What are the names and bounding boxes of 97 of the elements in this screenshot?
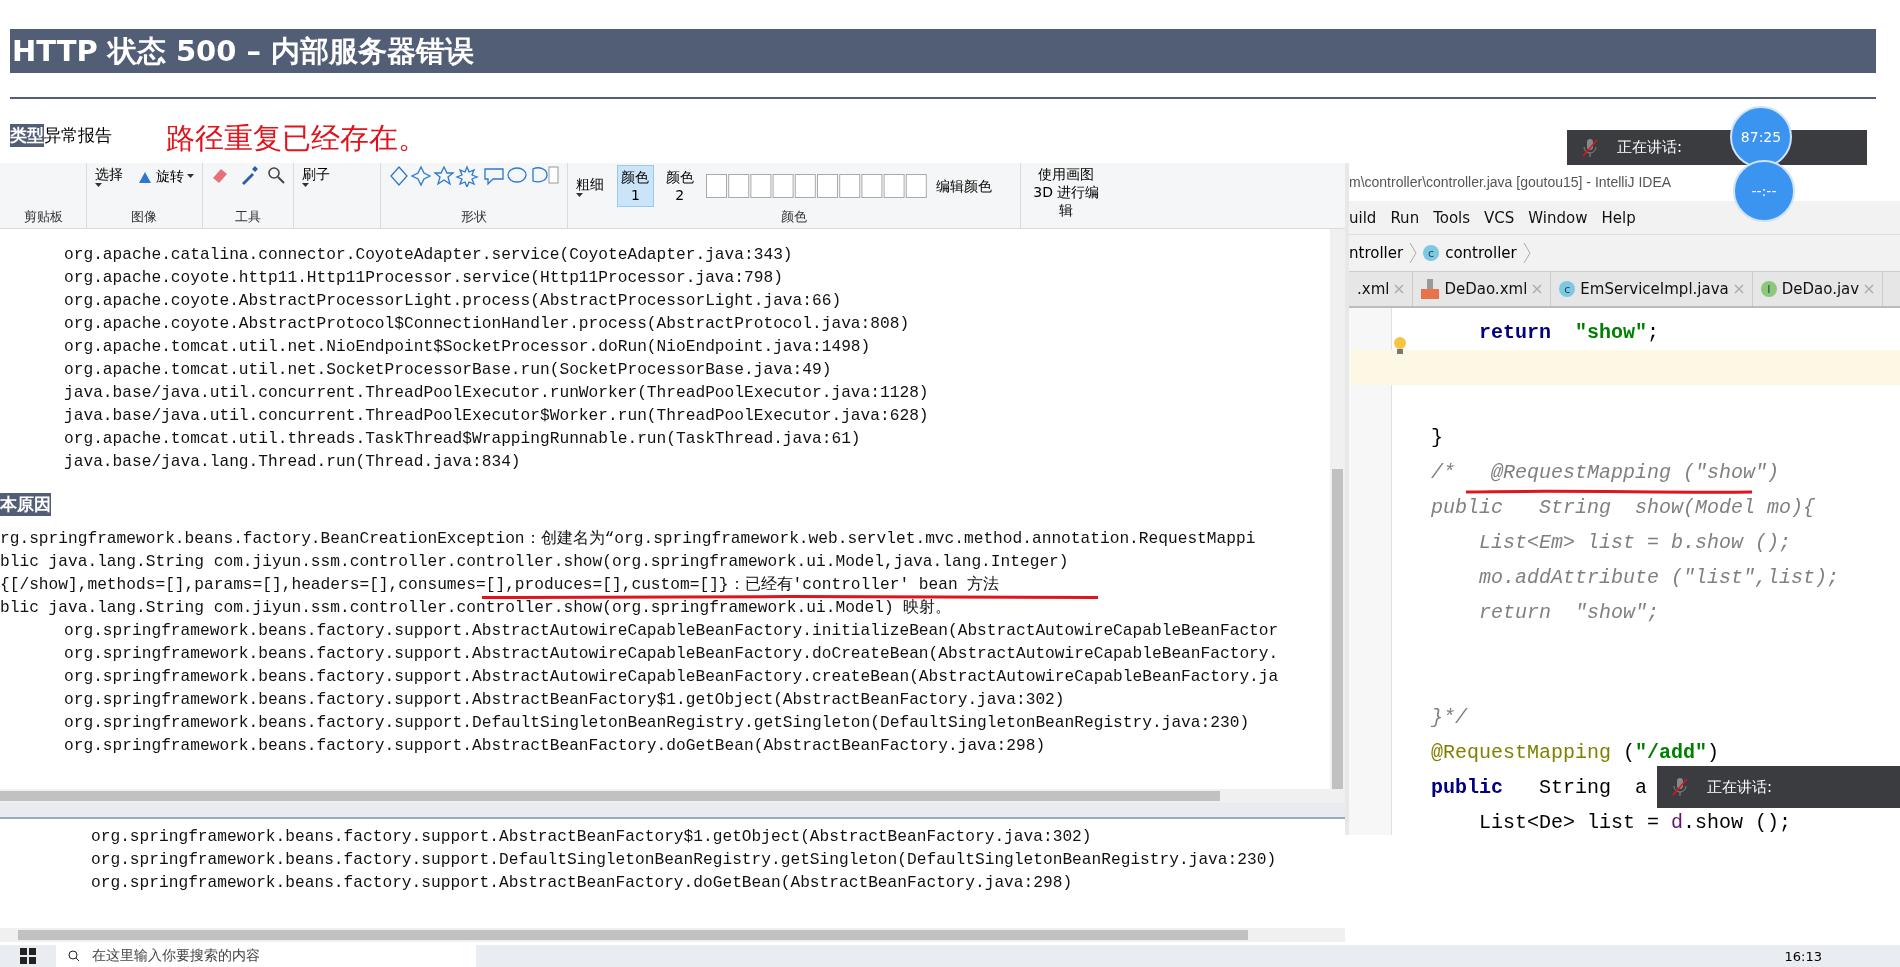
magnifier-icon[interactable] [266, 166, 285, 184]
tab-label: DeDao.jav [1781, 280, 1860, 298]
code-line: @RequestMapping ("/add") [1431, 741, 1720, 764]
caret-icon [186, 174, 194, 179]
menu-item[interactable]: Run [1390, 208, 1420, 227]
stack-trace-line: org.apache.tomcat.util.threads.TaskThread$WrappingRunnable.run(TaskThread.java:61) [63, 430, 861, 449]
search-icon [68, 950, 80, 962]
stack-trace-line: org.springframework.beans.factory.support.AbstractBeanFactory.doGetBean(AbstractBeanFactory.java:298) [63, 737, 1046, 756]
caret-icon [95, 183, 102, 188]
breadcrumb-item[interactable]: c controller [1423, 244, 1517, 262]
caret-icon [301, 183, 309, 188]
exception-line: blic java.lang.String com.jiyun.ssm.controller.controller.show(org.springframework.ui.Model,java.lang.Integer) [0, 553, 1069, 572]
menu-item[interactable]: Tools [1433, 208, 1471, 227]
editor-tab[interactable]: .xml [1349, 272, 1414, 306]
horizontal-scrollbar[interactable] [0, 789, 1345, 803]
stack-trace-line: org.apache.tomcat.util.net.NioEndpoint$SocketProcessor.doRun(NioEndpoint.java:1498) [63, 338, 871, 357]
tab-label: EmServiceImpl.java [1580, 280, 1729, 298]
class-icon: c [1423, 245, 1440, 261]
ribbon-button[interactable]: 选择 [95, 165, 129, 188]
ribbon-button[interactable]: 粗细 [575, 174, 610, 198]
code-line: public String show(Model mo){ [1431, 496, 1816, 519]
annotation-text: 路径重复已经存在。 [166, 120, 427, 157]
stack-trace-line: org.apache.coyote.http11.Http11Processor.service(Http11Processor.java:798) [63, 269, 783, 288]
tab-label: .xml [1357, 280, 1390, 298]
stack-trace-line: org.apache.tomcat.util.net.SocketProcessorBase.run(SocketProcessorBase.java:49) [63, 361, 832, 380]
exception-line: {[/show],methods=[],params=[],headers=[],consumes=[],produces=[],custom=[]}：已经有'controller' bean 方法 [0, 576, 1000, 595]
editor-tab[interactable]: c EmServiceImpl.java [1551, 272, 1753, 306]
stack-trace-line: java.base/java.lang.Thread.run(Thread.java:834) [63, 453, 521, 472]
shapes-gallery-icon[interactable] [388, 165, 559, 187]
stack-trace-line: org.springframework.beans.factory.support.AbstractBeanFactory.doGetBean(AbstractBeanFactory.java:298) [91, 873, 1074, 894]
group-label: 工具 [233, 208, 262, 226]
code-line: List<De> list = d.show (); [1478, 811, 1792, 834]
stack-trace-line: org.apache.coyote.AbstractProcessorLight.process(AbstractProcessorLight.java:66) [63, 292, 842, 311]
lightbulb-icon[interactable] [1393, 336, 1407, 356]
menu-item[interactable]: Window [1528, 208, 1588, 227]
color-slot[interactable]: 颜色 1 [617, 165, 654, 207]
stack-trace-line: java.base/java.util.concurrent.ThreadPoolExecutor.runWorker(ThreadPoolExecutor.java:1128) [63, 384, 929, 403]
stack-trace-line: org.apache.catalina.connector.CoyoteAdapter.service(CoyoteAdapter.java:343) [63, 246, 793, 265]
stack-trace-line: org.springframework.beans.factory.support.AbstractAutowireCapableBeanFactory.createBean(AbstractAutowireCapableBeanFactory.ja [63, 668, 1279, 687]
horizontal-scrollbar[interactable] [0, 928, 1345, 942]
muted-mic-icon[interactable] [1581, 137, 1599, 158]
caret-icon [575, 192, 583, 198]
stack-trace-line: org.springframework.beans.factory.support.AbstractAutowireCapableBeanFactory.doCreateBean(AbstractAutowireCapableBeanFactory. [63, 645, 1279, 664]
stack-trace-line: org.springframework.beans.factory.support.AbstractAutowireCapableBeanFactory.initializeBean(AbstractAutowireCapableBeanFactor [63, 622, 1279, 641]
windows-logo-icon[interactable] [20, 948, 36, 964]
menu-item[interactable]: uild [1349, 208, 1377, 227]
type-value: 异常报告 [44, 124, 112, 147]
color-slot[interactable]: 颜色 2 [661, 165, 698, 207]
code-line: List<Em> list = b.show (); [1478, 531, 1792, 554]
close-icon[interactable] [1532, 284, 1543, 294]
rotate-button[interactable]: 旋转 [136, 167, 194, 186]
group-label: 形状 [459, 208, 488, 226]
close-icon[interactable] [1733, 284, 1744, 294]
stack-trace-line: java.base/java.util.concurrent.ThreadPoolExecutor$Worker.run(ThreadPoolExecutor.java:628) [63, 407, 929, 426]
tab-label: DeDao.xml [1444, 280, 1528, 298]
taskbar-search-field[interactable]: 在这里输入你要搜索的内容 [56, 945, 476, 967]
muted-mic-icon[interactable] [1671, 777, 1689, 797]
chevron-icon [1409, 242, 1418, 264]
group-label: 剪贴板 [22, 208, 64, 226]
group-label: 颜色 [779, 208, 808, 226]
speaking-label: 正在讲话: [1617, 138, 1683, 157]
close-icon[interactable] [1394, 284, 1405, 294]
editor-tab[interactable]: I DeDao.jav [1752, 272, 1884, 306]
exception-line: blic java.lang.String com.jiyun.ssm.controller.controller.show(org.springframework.ui.Model) 映射。 [0, 599, 952, 618]
exception-line: rg.springframework.beans.factory.BeanCreationException：创建名为“org.springframework.web.servlet.mvc.method.annotation.RequestMappi [0, 530, 1256, 549]
stack-trace-line: org.springframework.beans.factory.support.AbstractBeanFactory$1.getObject(AbstractBeanFactory.java:302) [91, 827, 1093, 848]
color-swatches-drawing[interactable] [705, 174, 928, 198]
code-line: /* @RequestMapping ("show") [1431, 461, 1780, 484]
speaking-label: 正在讲话: [1707, 777, 1773, 797]
interface-icon: I [1760, 281, 1777, 297]
code-line: return "show"; [1478, 321, 1660, 344]
error-title: HTTP 状态 500 – 内部服务器错误 [10, 29, 1876, 73]
xml-file-icon [1421, 279, 1440, 299]
stack-trace-line: org.springframework.beans.factory.support.AbstractBeanFactory$1.getObject(AbstractBeanFactory.java:302) [63, 691, 1065, 710]
editor-tab[interactable]: DeDao.xml [1413, 272, 1552, 306]
code-line: } [1431, 426, 1443, 449]
class-icon: c [1559, 281, 1576, 297]
code-line: public String a [1431, 776, 1648, 799]
section-heading: 本原因 [0, 493, 51, 516]
code-line: return "show"; [1478, 601, 1660, 624]
code-line: mo.addAttribute ("list",list); [1478, 566, 1840, 589]
close-icon[interactable] [1864, 284, 1875, 294]
stack-trace-line: org.springframework.beans.factory.support.DefaultSingletonBeanRegistry.getSingleton(DefaultSingletonBeanRegistry.java:230) [63, 714, 1250, 733]
stack-trace-line: org.apache.coyote.AbstractProtocol$ConnectionHandler.process(AbstractProtocol.java:808) [63, 315, 910, 334]
vertical-scrollbar[interactable] [1330, 229, 1345, 789]
stack-trace-line: org.springframework.beans.factory.support.DefaultSingletonBeanRegistry.getSingleton(DefaultSingletonBeanRegistry.java:230) [91, 850, 1277, 871]
breadcrumb-item[interactable]: ntroller [1349, 244, 1404, 262]
clock-time: 16:13 [1784, 948, 1822, 964]
ribbon-button[interactable]: 编辑颜色 [935, 177, 1012, 195]
ribbon-button[interactable]: 使用画图 3D 进行编辑 [1028, 165, 1105, 219]
code-line: }*/ [1431, 706, 1467, 729]
group-label: 图像 [130, 208, 159, 226]
chevron-icon [1522, 242, 1531, 264]
ribbon-button[interactable]: 刷子 [301, 165, 336, 188]
menu-item[interactable]: Help [1601, 208, 1636, 227]
menu-item[interactable]: VCS [1484, 208, 1515, 227]
type-label: 类型 [10, 124, 44, 147]
